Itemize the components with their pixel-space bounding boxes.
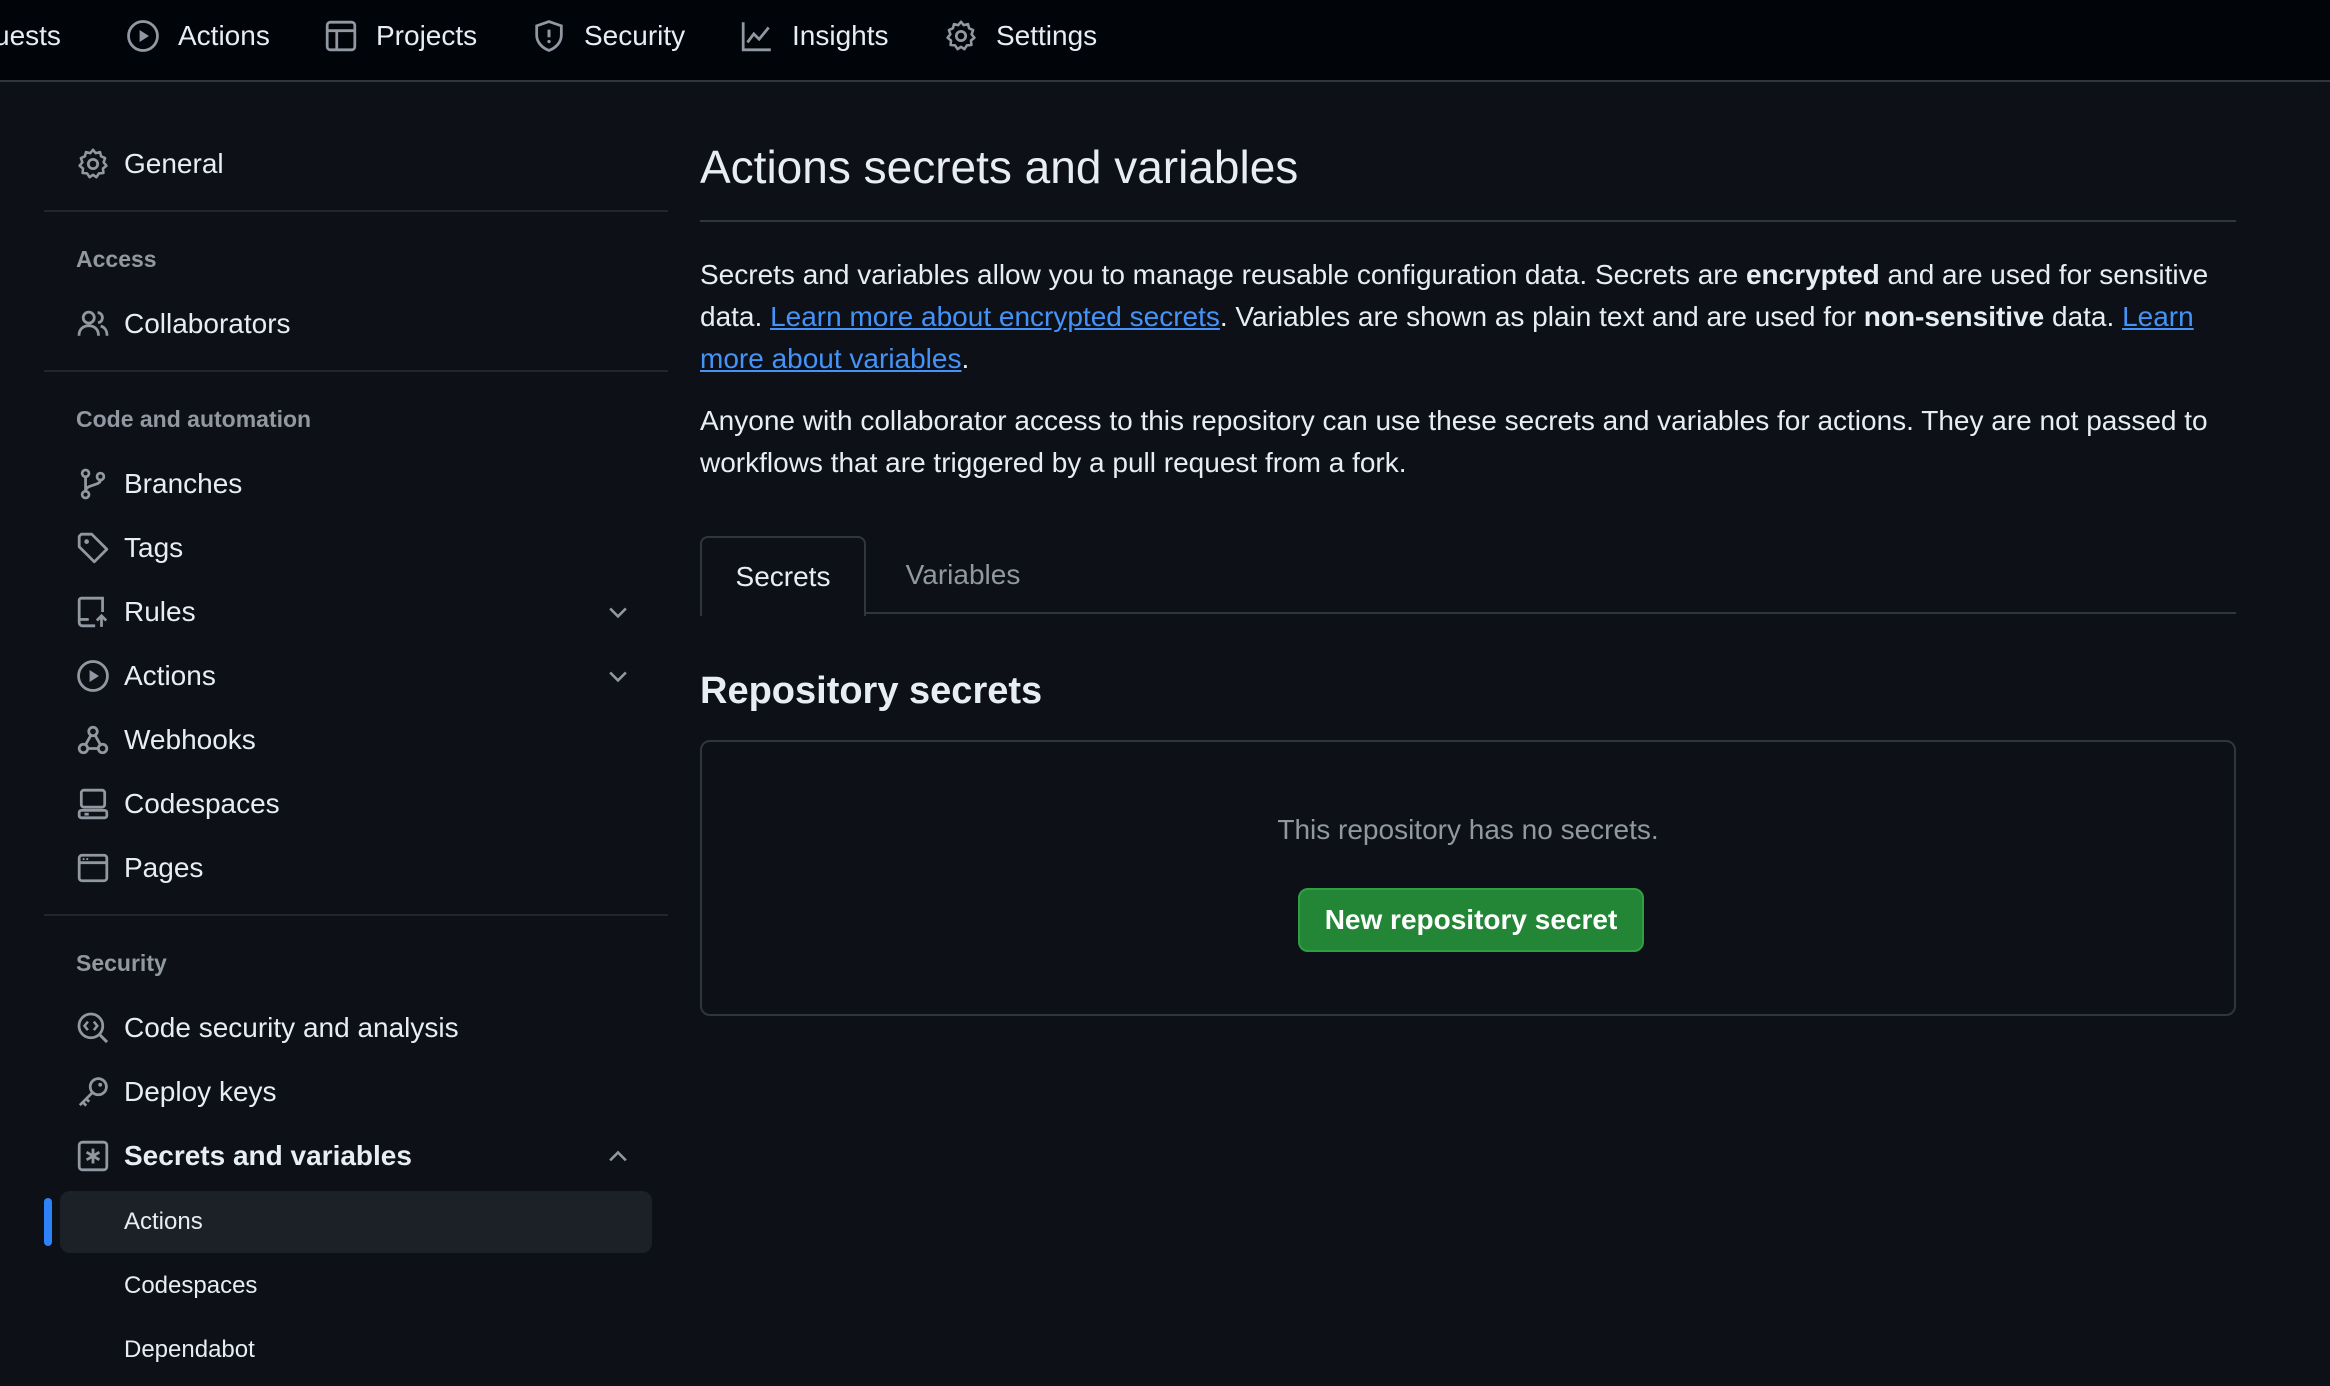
sidebar-item-label: Branches [124,468,243,499]
sidebar-item-label: Code security and analysis [124,1012,459,1043]
sidebar-item-label: Pages [124,852,204,883]
repo-push-icon [76,595,110,629]
sidebar-item-label: Secrets and variables [124,1140,412,1171]
sidebar-heading-code-automation: Code and automation [76,406,312,432]
nav-label: Actions [178,20,270,51]
sidebar-item-webhooks[interactable]: Webhooks [44,708,668,772]
nav-projects[interactable]: Projects [324,0,477,72]
sidebar-divider [44,370,668,372]
settings-sidebar: General Access Collaborators Code and au… [44,82,668,1386]
access-note: Anyone with collaborator access to this … [700,405,2208,478]
sidebar-heading-access: Access [76,246,157,272]
intro-text: data. [2044,301,2123,332]
intro-text: . [961,343,970,374]
intro-paragraph: Secrets and variables allow you to manag… [700,254,2236,380]
sidebar-item-label: General [124,148,224,179]
sidebar-item-label: Actions [124,660,216,691]
shield-icon [532,19,566,53]
sidebar-divider [44,914,668,916]
new-repository-secret-button[interactable]: New repository secret [1298,888,1644,952]
sidebar-item-collaborators[interactable]: Collaborators [44,292,668,356]
secrets-tabs: Secrets Variables [700,536,2236,616]
sidebar-item-label: Collaborators [124,308,291,339]
tab-variables[interactable]: Variables [866,536,1060,614]
sidebar-item-pages[interactable]: Pages [44,836,668,900]
intro-text: . Variables are shown as plain text and … [1219,301,1864,332]
tab-secrets[interactable]: Secrets [700,536,866,616]
sidebar-item-codespaces[interactable]: Codespaces [44,772,668,836]
play-icon [76,659,110,693]
secrets-empty-state: This repository has no secrets. New repo… [700,740,2236,1016]
nav-label: Settings [996,20,1098,51]
sidebar-item-rules[interactable]: Rules [44,580,668,644]
gear-icon [944,19,978,53]
nav-actions[interactable]: Actions [126,0,270,72]
sidebar-item-label: Webhooks [124,724,256,755]
asterisk-icon [76,1139,110,1173]
sidebar-item-label: Rules [124,596,196,627]
chevron-down-icon[interactable] [604,662,632,690]
active-indicator [44,1198,52,1246]
intro-bold-encrypted: encrypted [1745,259,1880,290]
sidebar-subitem-dependabot[interactable]: Dependabot [60,1319,652,1381]
branch-icon [76,467,110,501]
sidebar-item-general[interactable]: General [44,132,668,196]
chevron-up-icon[interactable] [604,1142,632,1170]
sidebar-item-label: Actions [124,1208,203,1235]
nav-pull-requests[interactable]: uests [0,0,61,72]
sidebar-item-secrets-variables[interactable]: Secrets and variables [44,1124,668,1188]
sidebar-item-label: Dependabot [124,1336,255,1363]
play-icon [126,19,160,53]
empty-state-text: This repository has no secrets. [1277,814,1659,845]
sidebar-item-deploy-keys[interactable]: Deploy keys [44,1060,668,1124]
gear-icon [76,147,110,181]
sidebar-item-branches[interactable]: Branches [44,452,668,516]
chevron-down-icon[interactable] [604,598,632,626]
nav-label: Projects [376,20,478,51]
tag-icon [76,531,110,565]
intro-text: Secrets and variables allow you to manag… [700,259,1746,290]
webhook-icon [76,723,110,757]
nav-label: Security [584,20,686,51]
sidebar-item-tags[interactable]: Tags [44,516,668,580]
sidebar-item-label: Tags [124,532,184,563]
sidebar-heading-security: Security [76,950,167,976]
sidebar-item-label: Codespaces [124,788,280,819]
nav-label: uests [0,20,61,51]
sidebar-item-label: Deploy keys [124,1076,277,1107]
graph-icon [740,19,774,53]
people-icon [76,307,110,341]
nav-security[interactable]: Security [532,0,685,72]
sidebar-subitem-codespaces[interactable]: Codespaces [60,1255,652,1317]
section-title: Repository secrets [700,670,1043,712]
sidebar-subitem-actions[interactable]: Actions [60,1191,652,1253]
codespaces-icon [76,787,110,821]
nav-label: Insights [792,20,889,51]
page-title: Actions secrets and variables [700,141,1299,193]
codescan-icon [76,1011,110,1045]
sidebar-item-label: Codespaces [124,1272,258,1299]
repo-nav: uests Actions Projects Security Insights… [0,0,2330,82]
encrypted-secrets-link[interactable]: Learn more about encrypted secrets [770,301,1220,332]
sidebar-item-code-security[interactable]: Code security and analysis [44,996,668,1060]
sidebar-item-actions[interactable]: Actions [44,644,668,708]
table-icon [324,19,358,53]
key-icon [76,1075,110,1109]
intro-bold-non-sensitive: non-sensitive [1863,301,2045,332]
nav-settings[interactable]: Settings [944,0,1097,72]
title-divider [700,220,2236,222]
browser-icon [76,851,110,885]
nav-insights[interactable]: Insights [740,0,889,72]
sidebar-divider [44,210,668,212]
